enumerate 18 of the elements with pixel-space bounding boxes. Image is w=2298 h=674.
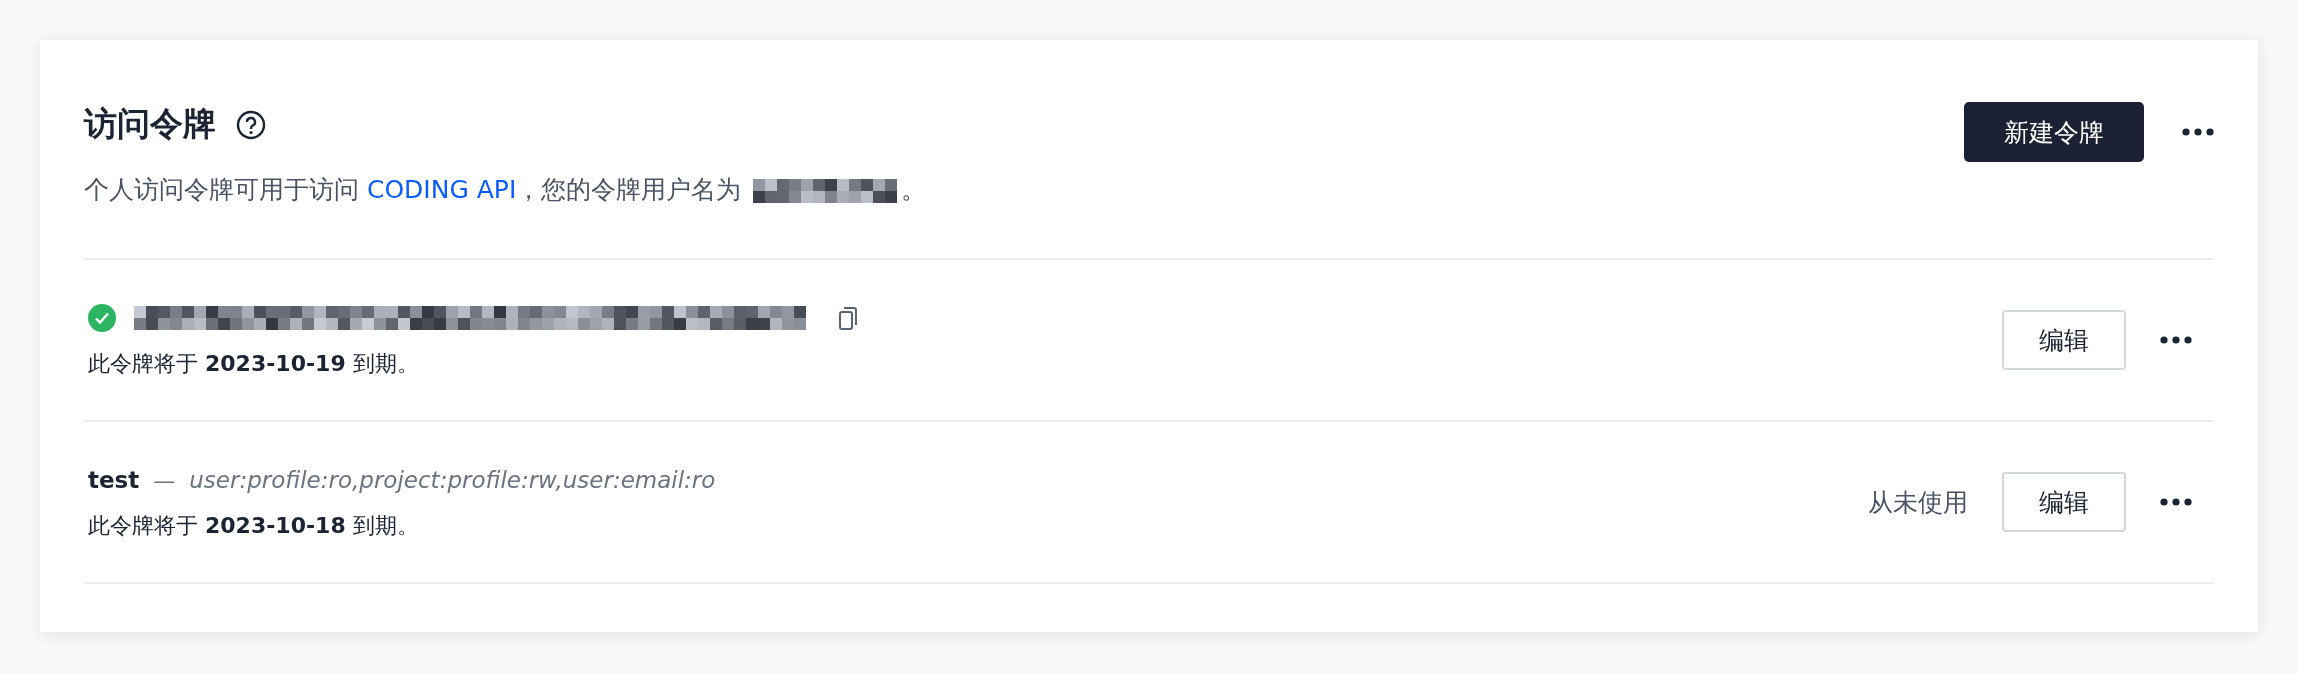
expiry-text: 此令牌将于 2023-10-18 到期。	[88, 512, 420, 540]
description-text: 个人访问令牌可用于访问 CODING API，您的令牌用户名为 。	[84, 174, 927, 206]
usage-status: 从未使用	[1868, 486, 1968, 519]
check-circle-icon	[88, 304, 116, 332]
token-name: test	[88, 467, 140, 493]
new-token-button[interactable]: 新建令牌	[1964, 102, 2144, 162]
page-title: 访问令牌	[84, 103, 216, 145]
more-icon[interactable]	[2160, 498, 2192, 506]
token-scopes: user:profile:ro,project:profile:rw,user:email:ro	[189, 467, 716, 493]
edit-button[interactable]: 编辑	[2002, 472, 2126, 532]
help-icon[interactable]	[236, 109, 266, 140]
separator-dash: —	[153, 467, 176, 493]
more-icon[interactable]	[2160, 336, 2192, 344]
edit-button[interactable]: 编辑	[2002, 310, 2126, 370]
more-icon[interactable]	[2182, 128, 2214, 136]
copy-icon[interactable]	[838, 305, 858, 331]
expiry-text: 此令牌将于 2023-10-19 到期。	[88, 350, 420, 378]
api-link[interactable]: CODING API	[366, 175, 517, 204]
